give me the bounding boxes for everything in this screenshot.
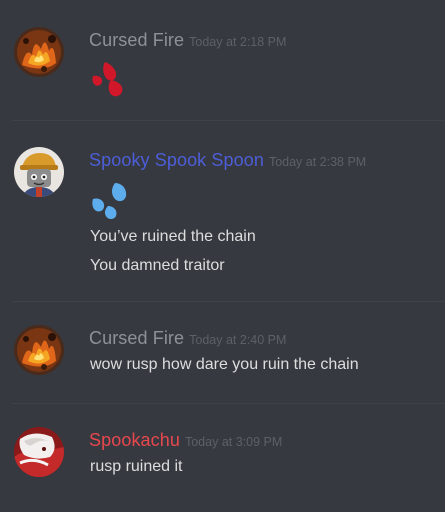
chat-message-list: Cursed Fire Today at 2:18 PM Spooky Spoo… (0, 0, 445, 512)
sweat-drops-emoji[interactable] (89, 179, 133, 226)
username[interactable]: Cursed Fire (89, 30, 184, 50)
message-text: rusp ruined it (90, 458, 183, 475)
anime-character-avatar-icon (14, 427, 64, 477)
drops-emoji[interactable] (89, 58, 129, 105)
fire-avatar-icon (14, 27, 64, 77)
username[interactable]: Cursed Fire (89, 328, 184, 348)
avatar[interactable] (14, 147, 64, 197)
timestamp: Today at 2:38 PM (268, 155, 367, 169)
timestamp: Today at 2:40 PM (189, 333, 287, 347)
message-text: You damned traitor (90, 257, 225, 274)
message-text: wow rusp how dare you ruin the chain (90, 356, 359, 373)
sweat-drops-icon (92, 183, 127, 219)
avatar[interactable] (14, 325, 64, 375)
timestamp: Today at 2:18 PM (189, 35, 287, 49)
message-group: Spooky Spook Spoon Today at 2:38 PM You’v… (0, 121, 445, 301)
message-text: You’ve ruined the chain (90, 228, 256, 245)
cartoon-character-avatar-icon (14, 147, 64, 197)
username[interactable]: Spooky Spook Spoon (89, 150, 264, 170)
username[interactable]: Spookachu (89, 430, 180, 450)
red-drops-icon (92, 62, 123, 97)
message-group: Cursed Fire Today at 2:18 PM (0, 0, 445, 118)
fire-avatar-icon (14, 325, 64, 375)
timestamp: Today at 3:09 PM (184, 435, 283, 449)
avatar[interactable] (14, 27, 64, 77)
message-group: Spookachu Today at 3:09 PM rusp ruined it (0, 404, 445, 512)
message-group: Cursed Fire Today at 2:40 PM wow rusp how… (0, 302, 445, 402)
avatar[interactable] (14, 427, 64, 477)
